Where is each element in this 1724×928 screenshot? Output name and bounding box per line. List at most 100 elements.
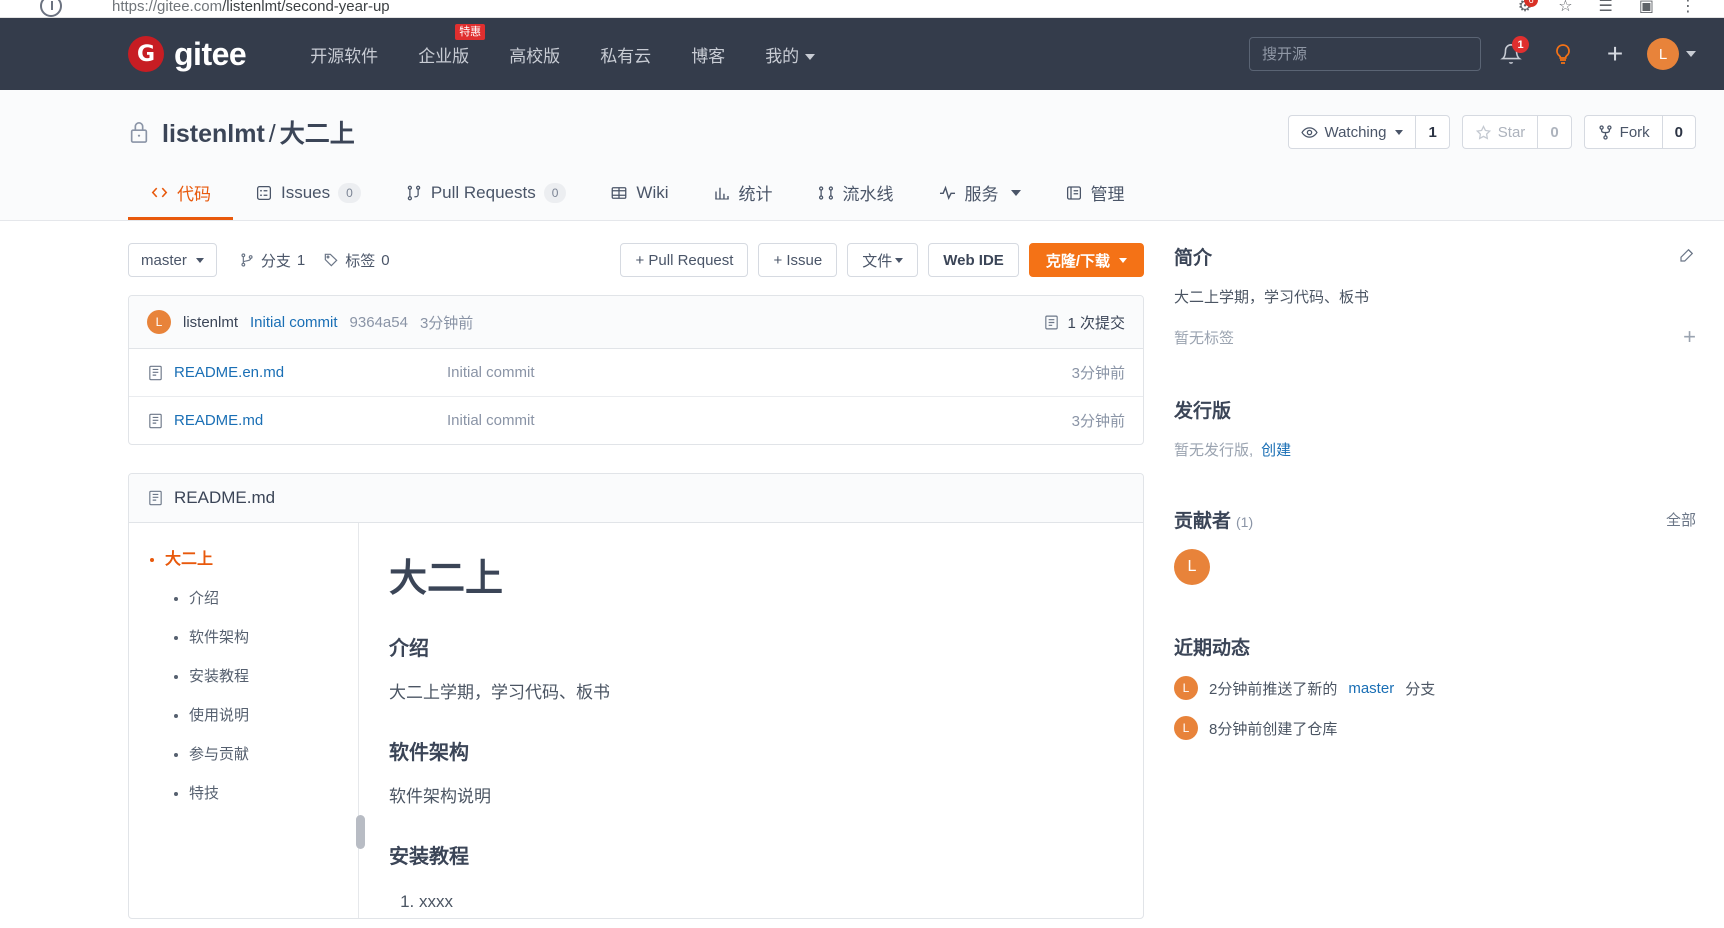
create-new-button[interactable]: + <box>1593 32 1637 76</box>
no-release-row: 暂无发行版, 创建 <box>1174 439 1696 460</box>
fork-button[interactable]: Fork <box>1583 115 1662 149</box>
toc-item-tricks[interactable]: 特技 <box>189 782 358 803</box>
file-link[interactable]: README.en.md <box>147 364 447 382</box>
tags-link[interactable]: 标签 0 <box>323 250 390 271</box>
tab-pull-requests[interactable]: Pull Requests 0 <box>383 171 589 218</box>
tab-label: 流水线 <box>842 185 894 204</box>
toc-item-usage[interactable]: 使用说明 <box>189 704 358 725</box>
user-avatar[interactable]: L <box>1647 38 1679 70</box>
address-bar[interactable]: https://gitee.com/listenlmt/second-year-… <box>112 0 390 15</box>
tab-pipeline[interactable]: 流水线 <box>795 168 916 220</box>
extensions-icon[interactable]: ⚙ 6 <box>1518 0 1539 16</box>
tab-label: 统计 <box>738 185 773 204</box>
issues-icon <box>256 185 272 200</box>
notifications-button[interactable]: 1 <box>1489 32 1533 76</box>
branches-label: 分支 <box>260 252 291 270</box>
manage-icon <box>1066 185 1081 200</box>
breadcrumb: listenlmt / 大二上 <box>162 114 355 150</box>
ideas-button[interactable] <box>1541 32 1585 76</box>
clone-label: 克隆/下载 <box>1045 252 1110 270</box>
avatar[interactable]: L <box>1174 676 1198 700</box>
star-count[interactable]: 0 <box>1537 115 1572 149</box>
recent-activity-section: 近期动态 L 2分钟前推送了新的 master 分支 L 8分钟前创建了仓库 <box>1174 585 1696 740</box>
collections-icon[interactable]: ☰ <box>1599 0 1613 16</box>
tab-code[interactable]: 代码 <box>128 168 233 220</box>
tab-manage[interactable]: 管理 <box>1043 168 1147 220</box>
intro-section: 简介 大二上学期，学习代码、板书 暂无标签 + <box>1174 221 1696 348</box>
gitee-logo[interactable]: G gitee <box>128 36 247 72</box>
url-domain: gitee.com <box>157 0 223 15</box>
repo-owner[interactable]: listenlmt <box>162 120 265 148</box>
no-release-label: 暂无发行版, <box>1174 442 1254 459</box>
commit-sha[interactable]: 9364a54 <box>350 314 408 331</box>
create-release-link[interactable]: 创建 <box>1261 439 1291 460</box>
fork-count[interactable]: 0 <box>1661 115 1696 149</box>
add-tag-button[interactable]: + <box>1683 326 1696 348</box>
clone-download-button[interactable]: 克隆/下载 <box>1028 243 1144 277</box>
tags-count: 0 <box>381 251 390 269</box>
branch-selector[interactable]: master <box>128 243 217 277</box>
nav-item-mine[interactable]: 我的 <box>745 42 835 67</box>
file-time: 3分钟前 <box>1071 413 1125 430</box>
commit-count-link[interactable]: 1 次提交 <box>1043 312 1125 333</box>
new-issue-button[interactable]: + Issue <box>758 243 838 277</box>
avatar[interactable]: L <box>1174 716 1198 740</box>
edit-intro-button[interactable] <box>1678 246 1696 268</box>
commit-author[interactable]: listenlmt <box>183 314 238 331</box>
top-nav-right: 1 + L <box>1249 32 1724 76</box>
tab-services[interactable]: 服务 <box>916 168 1043 220</box>
toc-item-install[interactable]: 安装教程 <box>189 665 358 686</box>
readme-section-heading: 介绍 <box>389 638 429 660</box>
nav-item-enterprise[interactable]: 特惠 企业版 <box>398 23 489 67</box>
page-info-icon[interactable] <box>40 0 62 17</box>
star-button[interactable]: Star <box>1461 115 1538 149</box>
main-column: master 分支 1 标签 0 + Pull Request + Issue … <box>128 221 1144 919</box>
tab-count: 0 <box>338 182 361 203</box>
chevron-down-icon[interactable] <box>1686 51 1696 57</box>
files-menu-button[interactable]: 文件 <box>847 243 919 277</box>
tab-label: 管理 <box>1090 185 1125 204</box>
nav-item-education[interactable]: 高校版 <box>489 42 580 67</box>
nav-item-blog[interactable]: 博客 <box>671 42 745 67</box>
view-all-contributors-link[interactable]: 全部 <box>1666 509 1696 530</box>
tab-wiki[interactable]: Wiki <box>588 171 690 218</box>
tab-statistics[interactable]: 统计 <box>691 168 795 220</box>
file-row[interactable]: README.md Initial commit 3分钟前 <box>129 397 1143 444</box>
toc-item-intro[interactable]: 介绍 <box>189 587 358 608</box>
readme-panel: README.md 大二上 介绍 软件架构 安装教程 使用说明 参与贡献 特技 <box>128 473 1144 919</box>
contributors-title: 贡献者 (1) <box>1174 506 1253 533</box>
toc-item-contributing[interactable]: 参与贡献 <box>189 743 358 764</box>
readme-scroll-handle[interactable] <box>356 815 365 849</box>
new-pull-request-button[interactable]: + Pull Request <box>620 243 749 277</box>
avatar[interactable]: L <box>147 310 171 334</box>
nav-item-privatecloud[interactable]: 私有云 <box>580 42 671 67</box>
breadcrumb-separator: / <box>268 120 276 148</box>
search-input[interactable] <box>1249 37 1481 71</box>
nav-item-opensource[interactable]: 开源软件 <box>290 42 398 67</box>
file-row[interactable]: README.en.md Initial commit 3分钟前 <box>129 349 1143 397</box>
watch-button[interactable]: Watching <box>1288 115 1416 149</box>
tab-label: 代码 <box>177 185 211 204</box>
chevron-down-icon <box>805 54 816 61</box>
code-icon <box>151 187 168 198</box>
watch-count[interactable]: 1 <box>1415 115 1450 149</box>
latest-commit-row: L listenlmt Initial commit 9364a54 3分钟前 … <box>129 296 1143 349</box>
list-item: L 2分钟前推送了新的 master 分支 <box>1174 676 1696 700</box>
file-link[interactable]: README.md <box>147 412 447 430</box>
profile-icon[interactable]: ▣ <box>1639 0 1654 16</box>
web-ide-button[interactable]: Web IDE <box>928 243 1019 277</box>
bookmark-icon[interactable]: ☆ <box>1558 0 1572 16</box>
tab-issues[interactable]: Issues 0 <box>233 171 383 218</box>
readme-section-heading: 安装教程 <box>389 846 469 869</box>
toc-item-architecture[interactable]: 软件架构 <box>189 626 358 647</box>
branches-link[interactable]: 分支 1 <box>239 250 305 271</box>
toc-item-root[interactable]: 大二上 <box>165 545 358 569</box>
avatar[interactable]: L <box>1174 549 1210 585</box>
menu-icon[interactable]: ⋮ <box>1680 0 1696 16</box>
activity-branch-link[interactable]: master <box>1348 680 1394 697</box>
contributors-count: (1) <box>1236 514 1254 530</box>
chevron-down-icon <box>1010 189 1021 196</box>
commit-message[interactable]: Initial commit <box>250 314 338 331</box>
file-name: README.en.md <box>174 364 285 381</box>
repo-name[interactable]: 大二上 <box>280 120 355 148</box>
